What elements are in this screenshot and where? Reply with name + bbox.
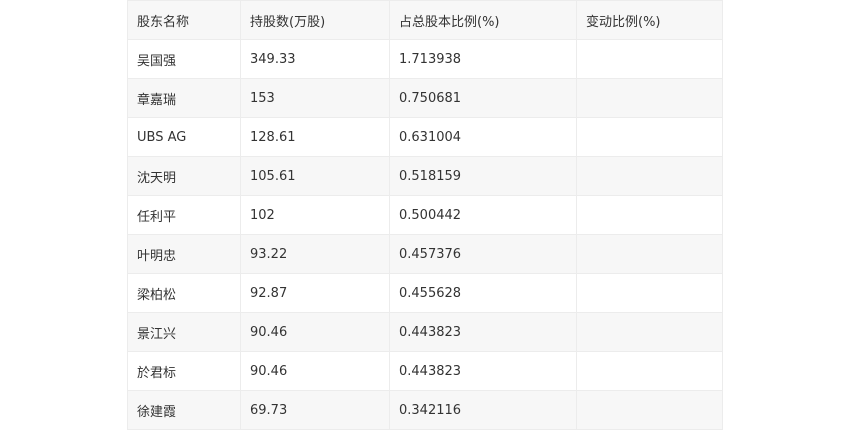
table-row: 景江兴 90.46 0.443823 (127, 312, 723, 352)
cell-change-ratio (576, 195, 723, 235)
cell-share-ratio: 0.443823 (389, 312, 577, 352)
cell-change-ratio (576, 312, 723, 352)
header-shares-held: 持股数(万股) (240, 0, 390, 40)
cell-change-ratio (576, 117, 723, 157)
table-body: 吴国强 349.33 1.713938 章嘉瑞 153 0.750681 UBS… (127, 39, 723, 430)
cell-share-ratio: 0.518159 (389, 156, 577, 196)
cell-shares-held: 349.33 (240, 39, 390, 79)
shareholder-table: 股东名称 持股数(万股) 占总股本比例(%) 变动比例(%) 吴国强 349.3… (127, 0, 723, 430)
cell-shareholder-name: 沈天明 (127, 156, 241, 196)
cell-shares-held: 90.46 (240, 312, 390, 352)
table-row: 叶明忠 93.22 0.457376 (127, 234, 723, 274)
cell-shares-held: 92.87 (240, 273, 390, 313)
cell-change-ratio (576, 78, 723, 118)
cell-change-ratio (576, 273, 723, 313)
cell-shareholder-name: 梁柏松 (127, 273, 241, 313)
cell-shareholder-name: 於君标 (127, 351, 241, 391)
table-header: 股东名称 持股数(万股) 占总股本比例(%) 变动比例(%) (127, 0, 723, 40)
cell-share-ratio: 0.500442 (389, 195, 577, 235)
cell-shares-held: 128.61 (240, 117, 390, 157)
cell-change-ratio (576, 234, 723, 274)
cell-shareholder-name: 吴国强 (127, 39, 241, 79)
table-row: UBS AG 128.61 0.631004 (127, 117, 723, 157)
cell-shareholder-name: 任利平 (127, 195, 241, 235)
cell-share-ratio: 0.631004 (389, 117, 577, 157)
cell-shareholder-name: 景江兴 (127, 312, 241, 352)
table-row: 任利平 102 0.500442 (127, 195, 723, 235)
cell-change-ratio (576, 39, 723, 79)
table-row: 沈天明 105.61 0.518159 (127, 156, 723, 196)
cell-share-ratio: 0.457376 (389, 234, 577, 274)
cell-shareholder-name: UBS AG (127, 117, 241, 157)
header-row: 股东名称 持股数(万股) 占总股本比例(%) 变动比例(%) (127, 0, 723, 40)
header-change-ratio: 变动比例(%) (576, 0, 723, 40)
cell-share-ratio: 0.750681 (389, 78, 577, 118)
table-row: 吴国强 349.33 1.713938 (127, 39, 723, 79)
cell-share-ratio: 0.342116 (389, 390, 577, 430)
cell-share-ratio: 0.443823 (389, 351, 577, 391)
table-row: 於君标 90.46 0.443823 (127, 351, 723, 391)
cell-shareholder-name: 徐建霞 (127, 390, 241, 430)
shareholder-table-container: 股东名称 持股数(万股) 占总股本比例(%) 变动比例(%) 吴国强 349.3… (127, 0, 723, 430)
cell-shares-held: 69.73 (240, 390, 390, 430)
cell-share-ratio: 0.455628 (389, 273, 577, 313)
table-row: 章嘉瑞 153 0.750681 (127, 78, 723, 118)
cell-change-ratio (576, 351, 723, 391)
header-shareholder-name: 股东名称 (127, 0, 241, 40)
table-row: 徐建霞 69.73 0.342116 (127, 390, 723, 430)
cell-shares-held: 90.46 (240, 351, 390, 391)
cell-shares-held: 93.22 (240, 234, 390, 274)
cell-share-ratio: 1.713938 (389, 39, 577, 79)
cell-shareholder-name: 章嘉瑞 (127, 78, 241, 118)
table-row: 梁柏松 92.87 0.455628 (127, 273, 723, 313)
cell-shareholder-name: 叶明忠 (127, 234, 241, 274)
cell-shares-held: 105.61 (240, 156, 390, 196)
cell-shares-held: 153 (240, 78, 390, 118)
cell-shares-held: 102 (240, 195, 390, 235)
cell-change-ratio (576, 156, 723, 196)
header-share-ratio: 占总股本比例(%) (389, 0, 577, 40)
cell-change-ratio (576, 390, 723, 430)
